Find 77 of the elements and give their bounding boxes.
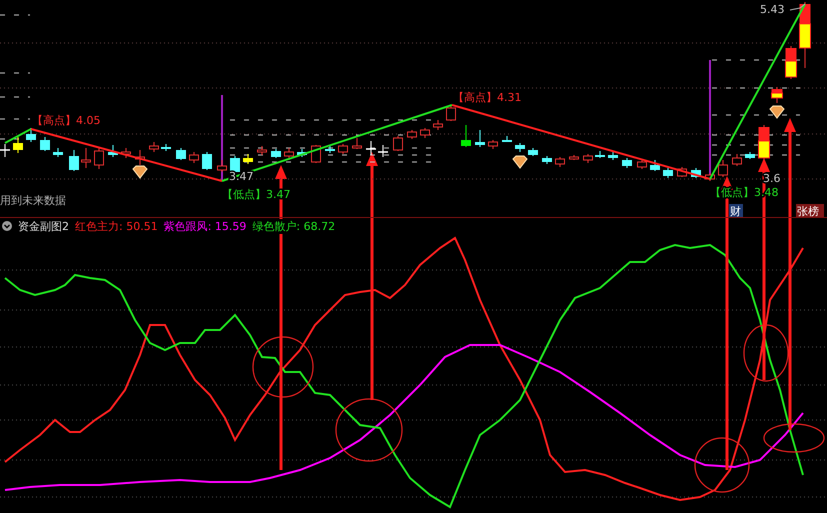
candlestick (378, 144, 388, 158)
diamond-icon (512, 156, 528, 169)
candlestick (583, 154, 593, 164)
price-high-label: 【高点】4.05 (32, 114, 100, 127)
candlestick (488, 140, 498, 150)
candlestick (40, 136, 50, 152)
candlestick (433, 120, 443, 130)
price-high-label: 【高点】4.31 (453, 91, 522, 104)
candlestick (81, 148, 91, 168)
candlestick (758, 124, 770, 160)
diamond-icon (769, 106, 785, 119)
candlestick (271, 148, 281, 158)
candlestick (149, 142, 159, 152)
candlestick (461, 124, 471, 148)
candlestick (161, 144, 171, 152)
candlestick (528, 148, 538, 156)
candlestick (595, 150, 605, 158)
candlestick (650, 160, 660, 172)
candlestick (176, 148, 186, 160)
circle-marker (763, 423, 825, 453)
candlestick (53, 148, 63, 158)
candlestick (94, 148, 104, 170)
candlestick (732, 154, 742, 166)
candlestick (0, 144, 10, 158)
candlestick (691, 168, 701, 178)
candlestick (555, 156, 565, 168)
candlestick (202, 152, 212, 170)
candlestick (542, 156, 552, 164)
candlestick (705, 172, 715, 182)
candlestick (799, 2, 811, 68)
candlestick (108, 144, 118, 158)
candlestick (420, 128, 430, 138)
circle-marker (743, 324, 789, 382)
candlestick (718, 160, 728, 178)
indicator-value: 红色主力: 50.51 (75, 218, 158, 234)
candlestick (502, 136, 512, 142)
diamond-icon (132, 166, 148, 179)
leader-line (790, 4, 806, 10)
collapse-icon[interactable] (2, 221, 12, 231)
candlestick (608, 152, 618, 160)
candlestick (637, 160, 647, 170)
candlestick (393, 136, 403, 152)
candlestick (785, 46, 797, 80)
tag-badge: 张榜 (796, 204, 824, 217)
candlestick (217, 160, 227, 172)
circle-marker (335, 398, 403, 462)
candlestick (243, 154, 253, 164)
candlestick (230, 156, 240, 174)
candlestick (352, 138, 362, 150)
candlestick (189, 152, 199, 164)
candlestick (121, 148, 131, 158)
indicator-value: 紫色跟风: 15.59 (164, 218, 246, 234)
candlestick (69, 150, 79, 172)
candlestick (569, 154, 579, 160)
circle-marker (252, 336, 314, 398)
price-label: 5.43 (760, 3, 784, 16)
circle-marker (694, 437, 750, 493)
candlestick (622, 158, 632, 168)
candlestick (26, 128, 36, 142)
candlestick (366, 140, 376, 156)
tag-badge: 财 (729, 204, 743, 217)
candlestick (475, 130, 485, 148)
candlestick (284, 148, 294, 160)
candlestick (745, 152, 755, 160)
candlestick (325, 146, 335, 154)
candlestick (338, 144, 348, 154)
candlestick (297, 148, 307, 158)
candlestick (663, 168, 673, 178)
candlestick (257, 146, 267, 156)
candlestick (13, 136, 23, 154)
indicator-value: 绿色散户: 68.72 (252, 218, 336, 234)
indicator-title: 资金副图2 (18, 218, 69, 234)
warning-note: 用到未来数据 (0, 194, 66, 207)
candlestick (446, 106, 456, 122)
candlestick (407, 130, 417, 140)
candlestick (771, 86, 783, 104)
candlestick (515, 142, 525, 152)
